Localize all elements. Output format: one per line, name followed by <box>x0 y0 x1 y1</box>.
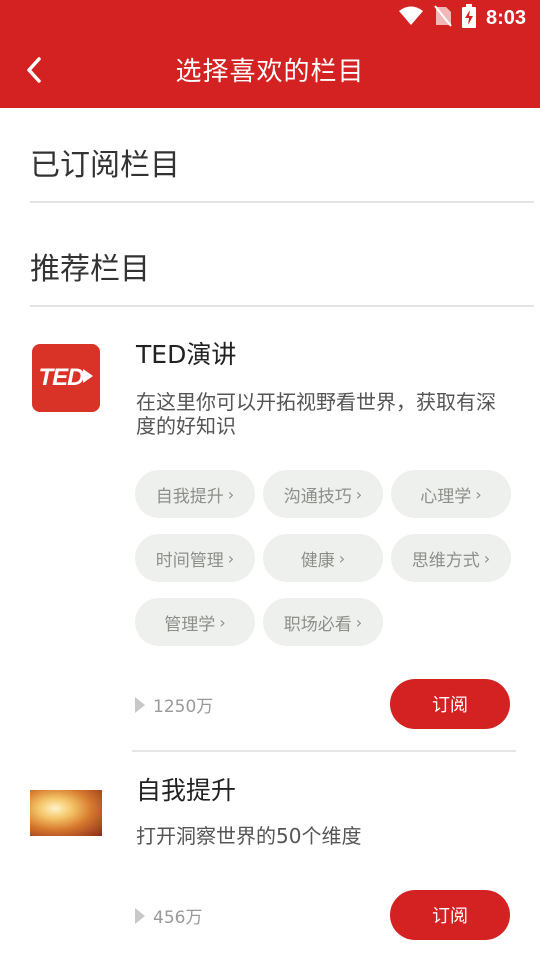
tag-label: 心理学 <box>420 486 472 507</box>
chevron-right-icon: › <box>355 612 363 632</box>
play-icon <box>82 368 94 388</box>
subscribe-button[interactable]: 订阅 <box>390 890 510 940</box>
sunlit-photo-thumbnail[interactable] <box>30 790 102 836</box>
divider <box>30 201 534 203</box>
chevron-right-icon: › <box>219 612 226 632</box>
play-count-value: 456万 <box>153 908 203 928</box>
channel-name[interactable]: TED演讲 <box>136 339 236 371</box>
page-title: 选择喜欢的栏目 <box>175 57 365 87</box>
divider <box>132 750 516 752</box>
tag-psychology[interactable]: 心理学 › <box>391 470 511 518</box>
subscribe-button[interactable]: 订阅 <box>390 679 510 729</box>
subscribed-section-title: 已订阅栏目 <box>30 148 180 183</box>
chevron-right-icon: › <box>483 548 491 568</box>
wifi-icon <box>398 6 424 30</box>
chevron-right-icon: › <box>227 484 235 504</box>
tag-thinking[interactable]: 思维方式 › <box>391 534 511 582</box>
no-sim-icon <box>434 5 452 31</box>
tag-label: 思维方式 <box>411 550 480 571</box>
tag-label: 职场必看 <box>283 614 352 635</box>
ted-logo-text: TED <box>38 364 85 391</box>
app-bar: 选择喜欢的栏目 <box>0 36 540 108</box>
channel-name[interactable]: 自我提升 <box>136 775 236 807</box>
tag-label: 自我提升 <box>155 486 224 507</box>
tag-label: 管理学 <box>164 614 216 635</box>
recommended-section-title: 推荐栏目 <box>30 252 150 287</box>
channel-description: 打开洞察世界的50个维度 <box>136 824 362 848</box>
divider <box>30 305 534 307</box>
chevron-right-icon: › <box>227 548 235 568</box>
status-bar: 8:03 <box>0 0 540 36</box>
play-count-value: 1250万 <box>153 697 214 717</box>
play-count: 456万 <box>135 903 202 928</box>
chevron-right-icon: › <box>475 484 482 504</box>
tag-workplace[interactable]: 职场必看 › <box>263 598 383 646</box>
status-time: 8:03 <box>485 6 526 29</box>
tag-health[interactable]: 健康 › <box>263 534 383 582</box>
tag-label: 健康 <box>300 550 335 571</box>
tag-management[interactable]: 管理学 › <box>135 598 255 646</box>
ted-logo-icon[interactable]: TED <box>32 344 100 412</box>
chevron-right-icon: › <box>355 484 363 504</box>
channel-description: 在这里你可以开拓视野看世界，获取有深度的好知识 <box>136 390 496 438</box>
tag-label: 沟通技巧 <box>283 486 352 507</box>
play-count-icon <box>135 696 145 713</box>
play-count-icon <box>135 907 145 924</box>
play-count: 1250万 <box>135 692 213 717</box>
chevron-right-icon: › <box>338 548 346 568</box>
status-icons: 8:03 <box>398 4 526 32</box>
tag-self-improvement[interactable]: 自我提升 › <box>135 470 255 518</box>
tag-label: 时间管理 <box>155 550 224 571</box>
tag-communication[interactable]: 沟通技巧 › <box>263 470 383 518</box>
battery-charging-icon <box>461 4 476 32</box>
tag-time-management[interactable]: 时间管理 › <box>135 534 255 582</box>
